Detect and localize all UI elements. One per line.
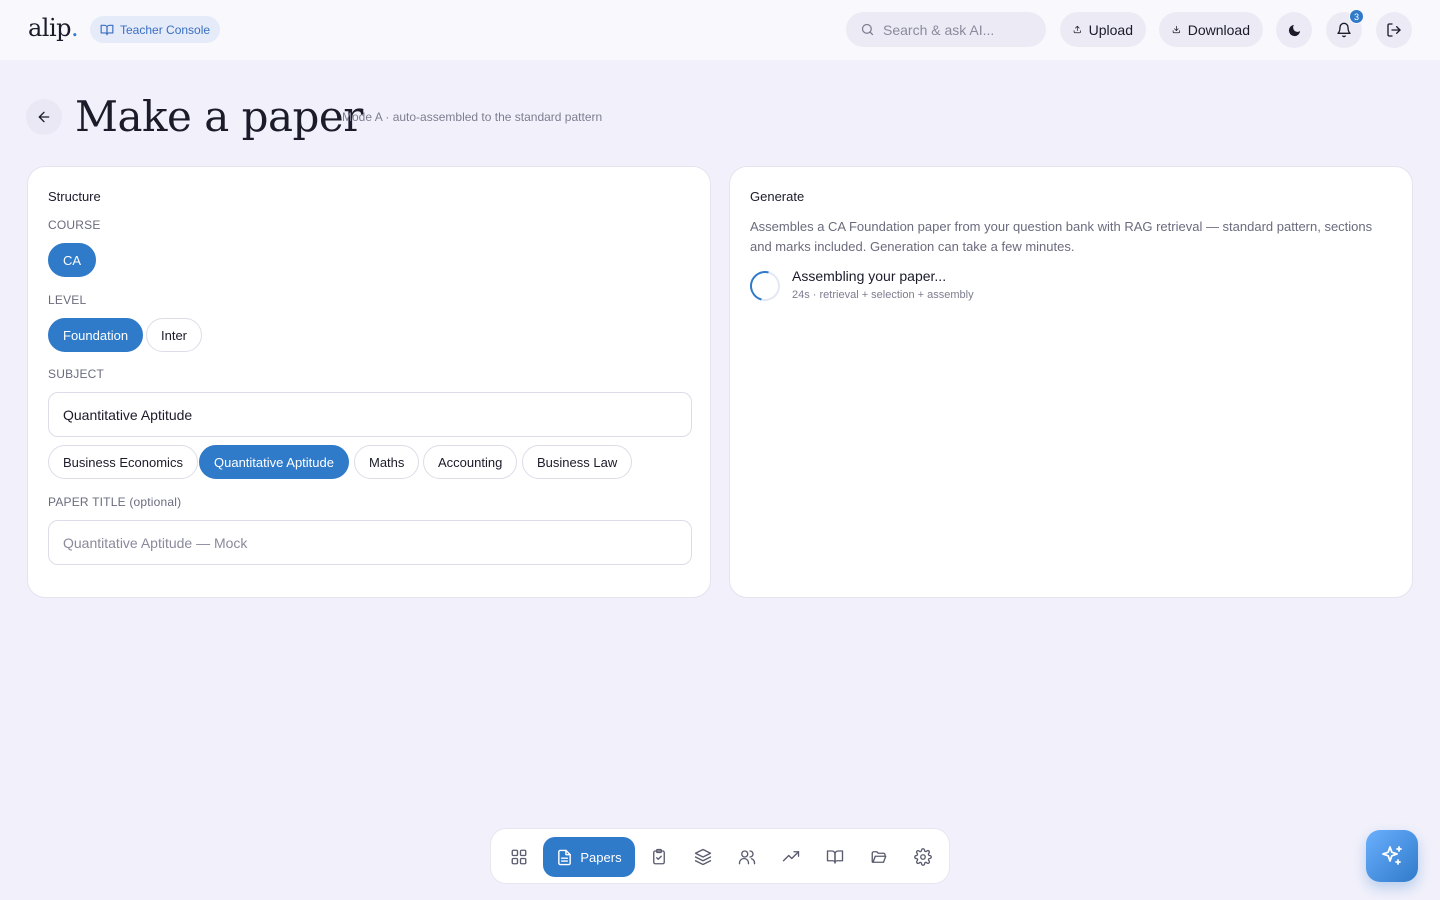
subject-label: SUBJECT [48, 367, 105, 381]
subject-input[interactable] [48, 392, 692, 437]
course-chip-ca[interactable]: CA [48, 243, 97, 277]
upload-icon [1073, 25, 1081, 34]
generate-title: Generate [750, 189, 805, 204]
subject-chip-maths[interactable]: Maths [354, 445, 420, 479]
theme-toggle-button[interactable] [1276, 12, 1312, 48]
moon-icon [1288, 24, 1300, 36]
upload-label: Upload [1088, 21, 1133, 38]
search-icon [861, 23, 874, 36]
generation-status-detail: 24s · retrieval + selection + assembly [792, 289, 974, 301]
notifications-button[interactable]: 3 [1326, 9, 1364, 48]
dock-settings[interactable] [905, 837, 941, 877]
page-subtitle: Mode A · auto-assembled to the standard … [342, 110, 603, 124]
dock-users[interactable] [729, 837, 765, 877]
open-book-icon [826, 850, 844, 864]
subject-chip-accounting[interactable]: Accounting [423, 445, 518, 479]
level-chip-foundation[interactable]: Foundation [48, 318, 144, 352]
upload-button[interactable]: Upload [1060, 12, 1146, 47]
subject-chip-quantitative-aptitude[interactable]: Quantitative Aptitude [199, 445, 349, 479]
sparkles-icon [1382, 846, 1402, 865]
dock-papers[interactable]: Papers [543, 837, 635, 877]
generate-card: Generate Assembles a CA Foundation paper… [729, 166, 1413, 598]
file-text-icon [558, 849, 572, 865]
dock-folders[interactable] [861, 837, 897, 877]
logout-icon [1387, 23, 1401, 37]
subject-chip-business-law[interactable]: Business Law [522, 445, 633, 479]
ai-assistant-button[interactable] [1366, 830, 1418, 882]
logout-button[interactable] [1376, 12, 1412, 48]
download-button[interactable]: Download [1159, 12, 1263, 47]
logo-text: alip [28, 14, 72, 42]
structure-card: Structure COURSE CA LEVEL Foundation Int… [27, 166, 711, 598]
layers-icon [694, 848, 712, 866]
logo-dot: . [71, 14, 79, 42]
app-logo[interactable]: alip. [28, 14, 79, 42]
loading-spinner-icon [744, 265, 786, 307]
dock-layers[interactable] [685, 837, 721, 877]
subject-chip-business-economics[interactable]: Business Economics [48, 445, 198, 479]
structure-title: Structure [48, 189, 101, 204]
level-chip-inter[interactable]: Inter [146, 318, 203, 352]
course-label: COURSE [48, 218, 101, 232]
dock-analytics[interactable] [773, 837, 809, 877]
download-icon [1172, 25, 1181, 34]
top-bar: alip. Teacher Console Upload Download 3 [0, 0, 1440, 60]
paper-title-label: PAPER TITLE (optional) [48, 495, 182, 509]
clipboard-check-icon [653, 848, 665, 865]
gear-icon [914, 848, 932, 866]
paper-title-input[interactable] [48, 520, 692, 565]
dock-library[interactable] [817, 837, 853, 877]
grid-icon [511, 849, 527, 865]
generation-status-title: Assembling your paper... [792, 268, 947, 284]
arrow-left-icon [38, 111, 50, 123]
notification-count-badge: 3 [1349, 9, 1364, 24]
dock-dashboard[interactable] [501, 837, 537, 877]
search-bar[interactable] [846, 12, 1046, 47]
bell-icon [1337, 22, 1351, 38]
back-button[interactable] [26, 99, 62, 135]
book-icon [100, 24, 114, 35]
console-label: Teacher Console [120, 22, 211, 37]
generate-description: Assembles a CA Foundation paper from you… [750, 219, 1373, 254]
teacher-console-badge[interactable]: Teacher Console [90, 16, 221, 43]
dock-tasks[interactable] [641, 837, 677, 877]
download-label: Download [1187, 21, 1250, 38]
folder-open-icon [871, 851, 887, 863]
page-title: Make a paper [75, 92, 363, 141]
search-input[interactable] [883, 21, 1033, 38]
bottom-dock: Papers [490, 828, 950, 884]
level-label: LEVEL [48, 293, 87, 307]
trending-up-icon [782, 851, 800, 862]
users-icon [738, 850, 756, 865]
dock-papers-label: Papers [580, 849, 622, 865]
